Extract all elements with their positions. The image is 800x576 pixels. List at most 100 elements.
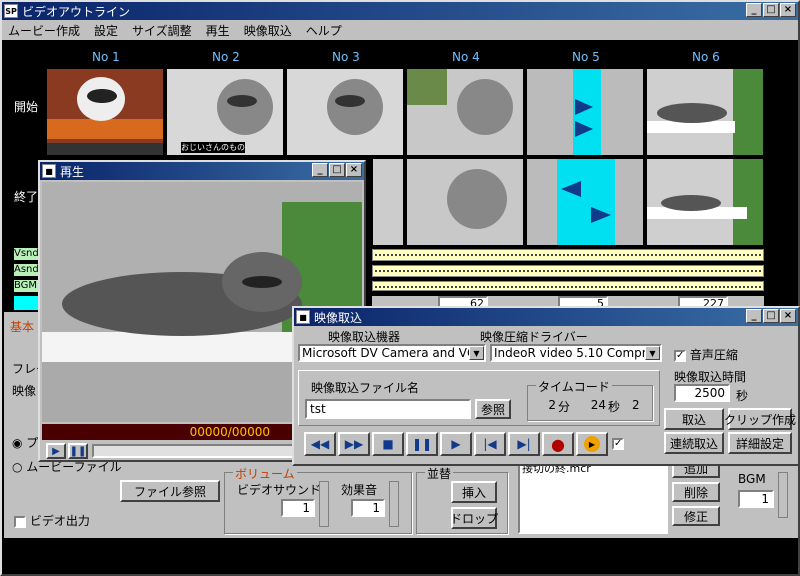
effect-spinner[interactable] [389,481,399,527]
rewind-icon[interactable]: ◀◀ [304,432,336,456]
thumb-end-6[interactable] [646,158,764,246]
transport-controls: ◀◀ ▶▶ ■ ❚❚ ▶ |◀ ▶| ● ▶ ✓ [304,432,654,456]
file-input[interactable]: tst [305,399,471,419]
video-label: 映像 [12,384,37,398]
bgm-value[interactable]: 1 [738,490,774,508]
skip-forward-icon[interactable]: ▶| [508,432,540,456]
video-sound-spinner[interactable] [319,481,329,527]
tc-min-unit: 分 [558,400,571,414]
detail-settings-button[interactable]: 詳細設定 [728,432,792,454]
record-icon[interactable]: ● [542,432,574,456]
effect-label: 効果音 [341,483,378,497]
menu-bar: ムービー作成 設定 サイズ調整 再生 映像取込 ヘルプ [2,20,798,40]
continuous-capture-button[interactable]: 連続取込 [664,432,724,454]
capture-time-unit: 秒 [736,389,749,403]
volume-group: ボリューム ビデオサウンド 1 効果音 1 [224,465,412,534]
capture-window: ■ 映像取込 _ □ × 映像取込機器 Microsoft DV Camera … [292,306,800,466]
play-icon[interactable]: ▶ [46,443,66,459]
menu-size[interactable]: サイズ調整 [132,22,192,39]
capture-title-bar[interactable]: ■ 映像取込 _ □ × [294,308,798,326]
bgm-spinner[interactable] [778,472,788,518]
pause-icon[interactable]: ❚❚ [406,432,438,456]
pause-icon[interactable]: ❚❚ [68,443,88,459]
col-5: No 5 [572,50,600,64]
maximize-icon[interactable]: □ [329,163,345,177]
drop-button[interactable]: ドロップ [450,507,498,529]
minimize-icon[interactable]: _ [312,163,328,177]
video-sound-value[interactable]: 1 [281,499,315,517]
row-end-label: 終了 [14,190,39,204]
thumb-end-3[interactable] [372,158,404,246]
bgm-label: BGM [738,472,766,486]
play-selected-icon[interactable]: ▶ [576,432,608,456]
transport-checkbox-icon[interactable]: ✓ [612,438,624,450]
thumb-start-5[interactable] [526,68,644,156]
capture-button[interactable]: 取込 [664,408,724,430]
thumb-start-1[interactable] [46,68,164,156]
tc-frame: 2 [632,398,640,412]
menu-play[interactable]: 再生 [206,22,230,39]
delete-button[interactable]: 削除 [672,482,720,502]
close-icon[interactable]: × [780,309,796,323]
capture-title: 映像取込 [314,310,363,325]
sort-group: 並替 挿入 ドロップ [416,465,508,534]
minimize-icon[interactable]: _ [746,309,762,323]
row-start-label: 開始 [14,100,39,114]
col-6: No 6 [692,50,720,64]
file-browse-button[interactable]: ファイル参照 [120,480,220,502]
browse-button[interactable]: 参照 [475,399,511,419]
effect-value[interactable]: 1 [351,499,385,517]
thumb-start-6[interactable] [646,68,764,156]
thumb-start-3[interactable] [286,68,404,156]
driver-select[interactable]: IndeoR video 5.10 Compressio ▼ [490,344,662,362]
timeline-track-2[interactable] [372,265,764,277]
radio-option-1[interactable]: ◉ プ [12,434,38,451]
audio-compress-checkbox[interactable]: ✓ 音声圧縮 [674,346,738,363]
col-3: No 3 [332,50,360,64]
thumb-start-4[interactable] [406,68,524,156]
chevron-down-icon: ▼ [645,346,660,360]
window-icon: ■ [296,310,310,324]
modify-button[interactable]: 修正 [672,506,720,526]
device-label: 映像取込機器 [328,330,401,344]
thumb-end-5[interactable] [526,158,644,246]
device-select[interactable]: Microsoft DV Camera and VCR ▼ [298,344,486,362]
menu-help[interactable]: ヘルプ [306,22,342,39]
timeline-track-1[interactable] [372,249,764,261]
menu-movie[interactable]: ムービー作成 [8,22,80,39]
clip-list[interactable]: 接切の終.mcr [518,456,668,534]
close-icon[interactable]: × [346,163,362,177]
chevron-down-icon: ▼ [469,346,484,360]
maximize-icon[interactable]: □ [763,309,779,323]
maximize-icon[interactable]: □ [763,3,779,17]
insert-button[interactable]: 挿入 [451,481,497,503]
playback-title: 再生 [60,164,85,179]
play-icon[interactable]: ▶ [440,432,472,456]
close-icon[interactable]: × [780,3,796,17]
playback-title-bar[interactable]: ■ 再生 _ □ × [40,162,364,180]
fast-forward-icon[interactable]: ▶▶ [338,432,370,456]
tc-sec: 24 [590,398,606,412]
stop-icon[interactable]: ■ [372,432,404,456]
skip-back-icon[interactable]: |◀ [474,432,506,456]
thumb-start-2[interactable]: おじいさんのもの [166,68,284,156]
timeline-track-3[interactable] [372,281,764,291]
capture-time-input[interactable]: 2500 [674,384,730,402]
playback-timecode: 00000/00000 [189,425,270,439]
video-output-checkbox[interactable]: ビデオ出力 [14,512,90,529]
checkbox-icon [14,515,26,528]
driver-label: 映像圧縮ドライバー [480,330,588,344]
col-1: No 1 [92,50,120,64]
capture-time-label: 映像取込時間 [674,370,747,384]
main-title-bar[interactable]: SP ビデオアウトライン _ □ × [2,2,798,20]
timecode-group: タイムコード 2 分 24 秒 2 [527,378,653,421]
file-label: 映像取込ファイル名 [311,381,420,395]
thumb-end-4[interactable] [406,158,524,246]
minimize-icon[interactable]: _ [746,3,762,17]
main-title: ビデオアウトライン [22,4,131,19]
column-headers: No 1 No 2 No 3 No 4 No 5 No 6 [46,48,766,66]
menu-capture[interactable]: 映像取込 [244,22,292,39]
thumb-caption: おじいさんのもの [181,142,245,153]
clip-create-button[interactable]: クリップ作成 [724,408,796,430]
menu-settings[interactable]: 設定 [94,22,118,39]
